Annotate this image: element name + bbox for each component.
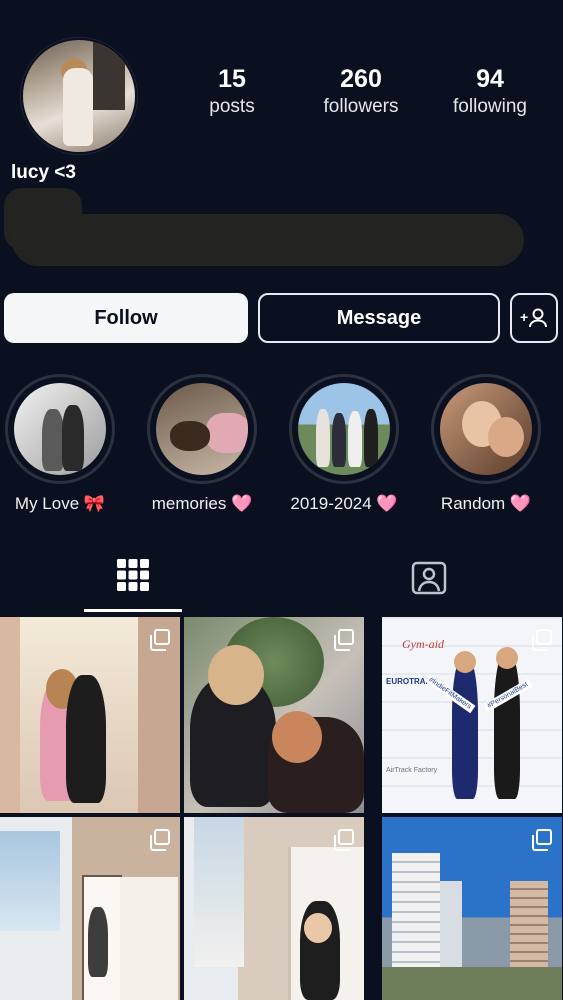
posts-count[interactable]: 15 posts [172, 64, 292, 120]
multiple-photos-icon [532, 629, 552, 651]
following-count-label: following [453, 96, 527, 117]
tile3-brand-1: Gym-aid [402, 637, 444, 651]
add-person-icon: + [520, 308, 547, 328]
highlight-random[interactable]: Random 🩷 [426, 374, 546, 514]
tile3-brand-3: AirTrack Factory [386, 767, 438, 774]
profile-username: lucy <3 [11, 162, 76, 183]
post-tile-3[interactable]: Gym-aid EUROTRAMP AirTrack Factory #Indi… [382, 617, 562, 813]
multiple-photos-icon [150, 829, 170, 851]
post-tile-4[interactable] [0, 817, 180, 1000]
multiple-photos-icon [334, 629, 354, 651]
profile-avatar[interactable] [21, 38, 137, 154]
followers-count-value: 260 [340, 65, 382, 93]
grid-icon [117, 559, 149, 591]
highlight-memories[interactable]: memories 🩷 [142, 374, 262, 514]
highlight-label: My Love 🎀 [14, 494, 106, 513]
add-friend-button[interactable]: + [510, 293, 558, 343]
tab-tagged[interactable] [411, 560, 447, 601]
post-tile-5[interactable] [184, 817, 364, 1000]
following-count-value: 94 [476, 65, 504, 93]
tagged-person-icon [411, 561, 447, 595]
multiple-photos-icon [532, 829, 552, 851]
followers-count-label: followers [323, 96, 399, 117]
multiple-photos-icon [334, 829, 354, 851]
posts-count-label: posts [209, 96, 255, 117]
svg-text:+: + [520, 309, 528, 325]
highlight-my-love[interactable]: My Love 🎀 [0, 374, 120, 514]
highlight-label: 2019-2024 🩷 [290, 494, 398, 513]
post-tile-2[interactable] [184, 617, 364, 813]
followers-count[interactable]: 260 followers [301, 64, 421, 120]
highlight-label: Random 🩷 [440, 494, 532, 513]
following-count[interactable]: 94 following [430, 64, 550, 120]
post-tile-6[interactable] [382, 817, 562, 1000]
active-tab-indicator [84, 609, 182, 612]
post-tile-1[interactable] [0, 617, 180, 813]
highlight-label: memories 🩷 [151, 494, 253, 513]
tab-posts-grid[interactable] [116, 558, 150, 597]
posts-count-value: 15 [218, 65, 246, 93]
highlight-2019-2024[interactable]: 2019-2024 🩷 [284, 374, 404, 514]
multiple-photos-icon [150, 629, 170, 651]
redacted-bio-bar [12, 214, 524, 266]
follow-button[interactable]: Follow [4, 293, 248, 343]
message-button[interactable]: Message [258, 293, 500, 343]
